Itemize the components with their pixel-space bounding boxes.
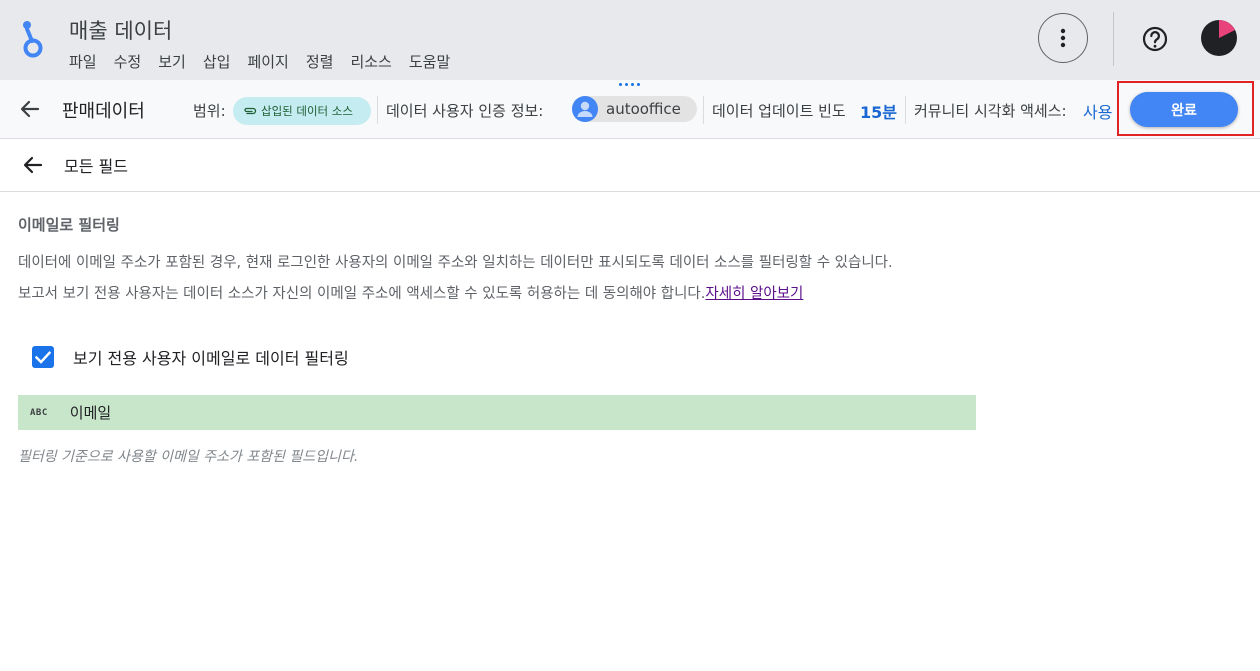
back-arrow-icon[interactable] xyxy=(21,153,45,177)
scope-label: 범위: xyxy=(193,102,226,120)
menu-arrange[interactable]: 정렬 xyxy=(306,51,334,72)
toolbar-divider xyxy=(377,96,378,124)
datasource-name[interactable]: 판매데이터 xyxy=(62,97,145,123)
email-filter-description: 데이터에 이메일 주소가 포함된 경우, 현재 로그인한 사용자의 이메일 주소… xyxy=(18,255,893,271)
email-filter-checkbox[interactable] xyxy=(32,346,54,368)
menu-bar: 파일 수정 보기 삽입 페이지 정렬 리소스 도움말 xyxy=(69,51,467,72)
resize-handle[interactable] xyxy=(619,83,640,86)
menu-page[interactable]: 페이지 xyxy=(247,51,288,72)
email-field-name: 이메일 xyxy=(69,404,112,422)
scope-chip-label: 삽입된 데이터 소스 xyxy=(261,104,353,118)
email-field-hint: 필터링 기준으로 사용할 이메일 주소가 포함된 필드입니다. xyxy=(18,449,359,465)
more-options-button[interactable] xyxy=(1038,13,1088,63)
freshness-label: 데이터 업데이트 빈도 xyxy=(712,102,846,120)
document-title[interactable]: 매출 데이터 xyxy=(69,15,172,45)
more-vert-icon xyxy=(1060,28,1066,48)
email-filter-checkbox-label: 보기 전용 사용자 이메일로 데이터 필터링 xyxy=(73,349,349,368)
community-viz-value[interactable]: 사용 xyxy=(1083,99,1112,123)
check-icon xyxy=(35,350,51,364)
avatar-icon[interactable] xyxy=(1200,19,1238,57)
done-button[interactable]: 완료 xyxy=(1130,92,1238,127)
email-filter-title: 이메일로 필터링 xyxy=(18,216,120,234)
attachment-icon xyxy=(244,107,257,115)
learn-more-link[interactable]: 자세히 알아보기 xyxy=(705,286,803,302)
menu-view[interactable]: 보기 xyxy=(158,51,186,72)
menu-file[interactable]: 파일 xyxy=(69,51,97,72)
back-arrow-icon[interactable] xyxy=(18,97,42,121)
scope-chip[interactable]: 삽입된 데이터 소스 xyxy=(233,97,371,125)
person-icon xyxy=(572,96,598,122)
menu-insert[interactable]: 삽입 xyxy=(203,51,231,72)
text-type-icon: ABC xyxy=(30,407,48,418)
community-viz-label: 커뮤니티 시각화 액세스: xyxy=(914,102,1067,120)
app-header: 매출 데이터 파일 수정 보기 삽입 페이지 정렬 리소스 도움말 xyxy=(0,0,1260,80)
credentials-chip[interactable]: autooffice xyxy=(572,96,697,122)
fields-header: 모든 필드 xyxy=(0,138,1260,192)
menu-resource[interactable]: 리소스 xyxy=(350,51,391,72)
header-divider xyxy=(1113,12,1114,66)
email-filter-checkbox-row[interactable]: 보기 전용 사용자 이메일로 데이터 필터링 xyxy=(32,345,349,369)
consent-text: 보고서 보기 전용 사용자는 데이터 소스가 자신의 이메일 주소에 액세스할 … xyxy=(18,286,706,302)
email-field-selector[interactable]: ABC 이메일 xyxy=(18,395,976,430)
credentials-label: 데이터 사용자 인증 정보: xyxy=(386,102,544,120)
help-icon[interactable] xyxy=(1138,22,1172,56)
menu-help[interactable]: 도움말 xyxy=(409,51,450,72)
freshness-value[interactable]: 15분 xyxy=(860,99,897,123)
credentials-value: autooffice xyxy=(606,100,681,118)
datasource-toolbar: 판매데이터 범위: 삽입된 데이터 소스 데이터 사용자 인증 정보: auto… xyxy=(0,80,1260,139)
menu-edit[interactable]: 수정 xyxy=(114,51,142,72)
email-filter-description: 보고서 보기 전용 사용자는 데이터 소스가 자신의 이메일 주소에 액세스할 … xyxy=(18,282,803,303)
app-logo-icon[interactable] xyxy=(19,20,47,58)
all-fields-title: 모든 필드 xyxy=(64,157,128,176)
toolbar-divider xyxy=(703,96,704,124)
toolbar-divider xyxy=(905,96,906,124)
